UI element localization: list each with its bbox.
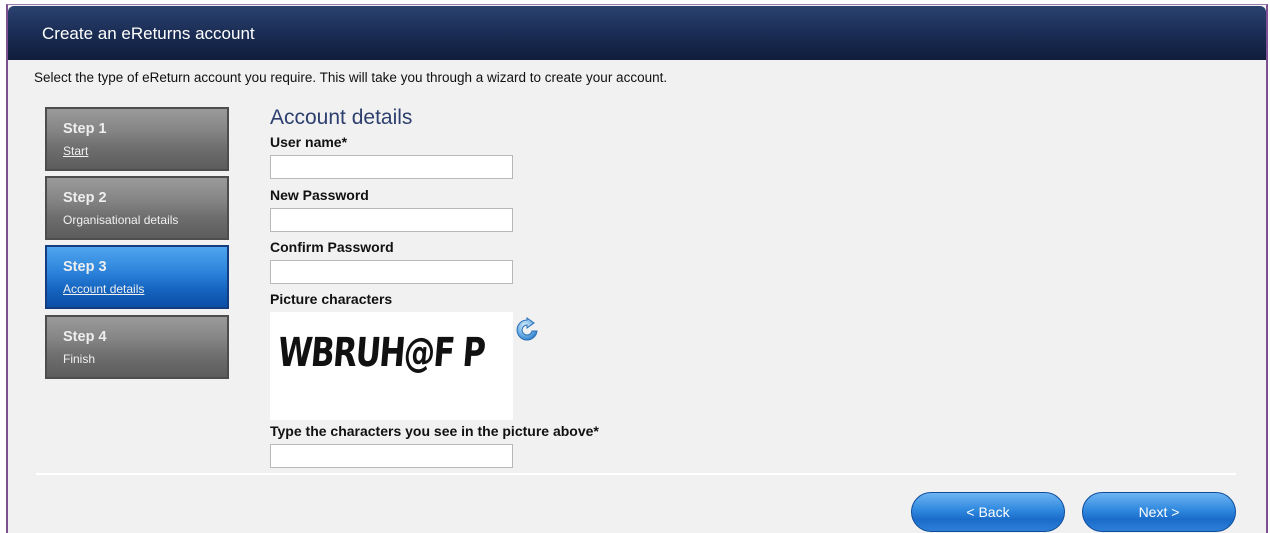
window-title: Create an eReturns account [42,24,255,43]
wizard-step-3[interactable]: Step 3 Account details [45,245,229,309]
confirm-password-label: Confirm Password [270,239,394,255]
captcha-text: WBRUH@F P [276,330,486,376]
captcha-input[interactable] [270,444,513,468]
refresh-icon[interactable] [513,316,543,344]
username-label: User name* [270,134,348,150]
step-title: Step 3 [63,259,107,275]
intro-text: Select the type of eReturn account you r… [34,70,668,85]
wizard-step-1[interactable]: Step 1 Start [45,107,229,171]
captcha-image: WBRUH@F P [270,312,513,420]
step-start-link[interactable]: Start [63,144,88,158]
step-subtitle: Organisational details [63,213,179,227]
back-button[interactable]: < Back [911,492,1065,532]
username-input[interactable] [270,155,513,179]
step-subtitle: Finish [63,352,96,366]
form-heading: Account details [270,106,413,129]
new-password-label: New Password [270,187,369,203]
step-title: Step 4 [63,329,107,345]
title-bar: Create an eReturns account [8,6,1266,60]
new-password-input[interactable] [270,208,513,232]
step-account-details-link[interactable]: Account details [63,282,144,296]
confirm-password-input[interactable] [270,260,513,284]
captcha-input-label: Type the characters you see in the pictu… [270,423,599,439]
wizard-step-4[interactable]: Step 4 Finish [45,315,229,379]
step-title: Step 1 [63,121,107,137]
wizard-step-2[interactable]: Step 2 Organisational details [45,176,229,240]
picture-characters-label: Picture characters [270,291,393,307]
step-title: Step 2 [63,190,107,206]
next-button[interactable]: Next > [1082,492,1236,532]
divider [36,473,1236,475]
